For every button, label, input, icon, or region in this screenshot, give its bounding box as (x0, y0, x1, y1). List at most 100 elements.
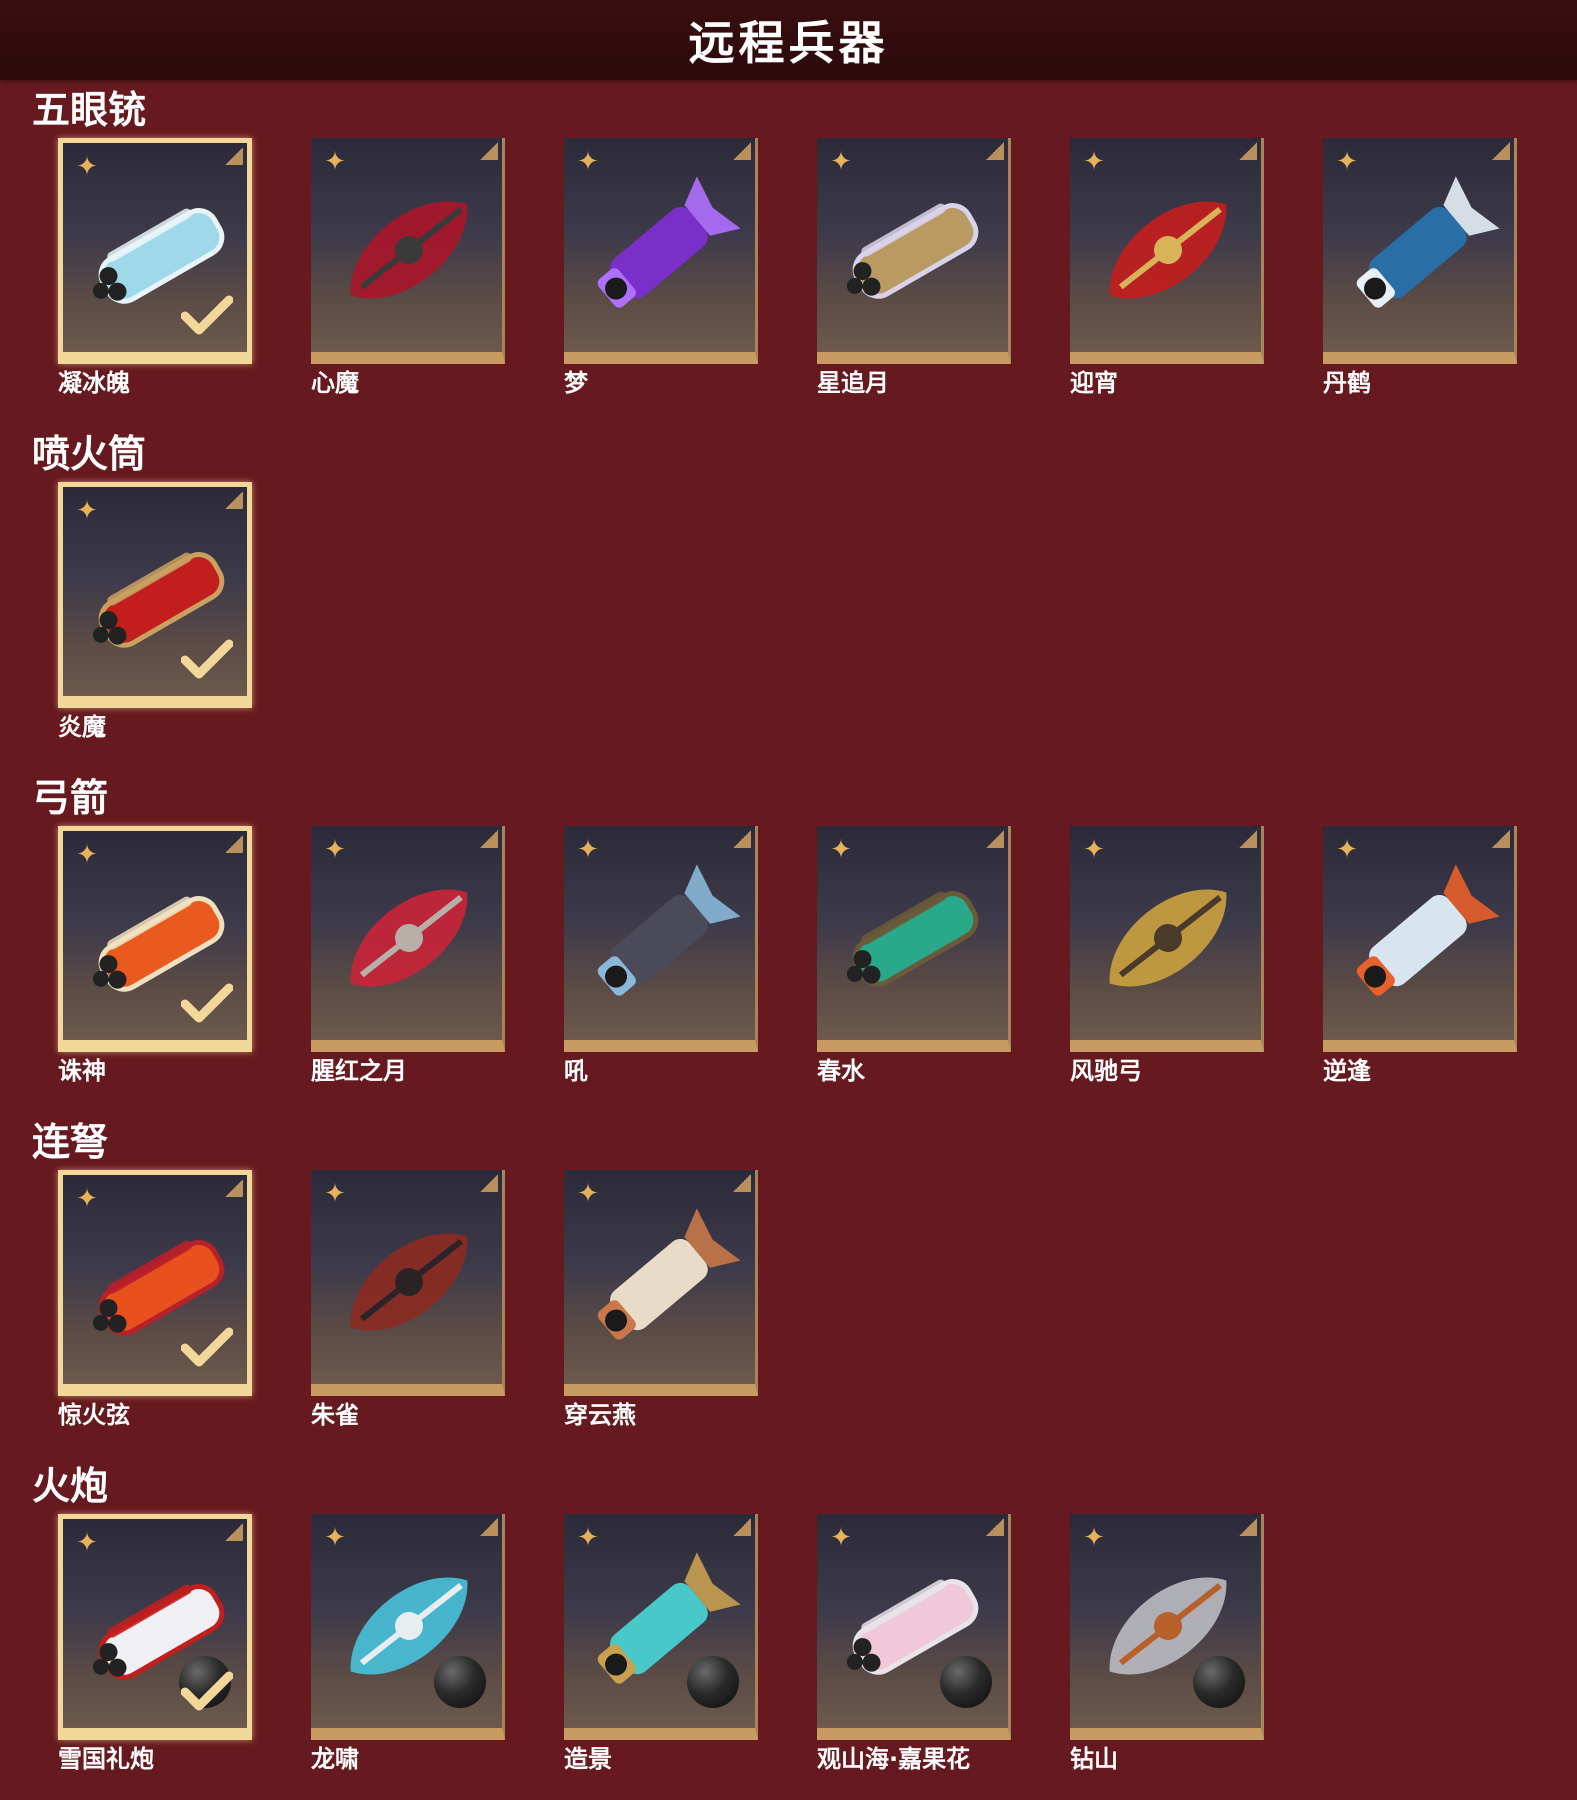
cannonball-icon (687, 1656, 739, 1708)
weapon-card[interactable]: ✦ 丹鹤 (1323, 138, 1517, 397)
card-frame: ✦ (311, 1514, 505, 1740)
weapon-name: 星追月 (817, 369, 889, 397)
corner-tab-icon (733, 1174, 751, 1192)
weapon-name: 丹鹤 (1323, 369, 1371, 397)
dream-gun-icon (597, 176, 741, 308)
frost-bow-icon (1356, 864, 1500, 996)
section-heading: 五眼铳 (32, 88, 147, 132)
title-bar: 远程兵器 (0, 0, 1577, 80)
card-frame: ✦ (311, 826, 505, 1052)
weapon-card[interactable]: ✦ 腥红之月 (311, 826, 505, 1085)
corner-tab-icon (225, 835, 243, 853)
weapon-card[interactable]: ✦ 炎魔 (58, 482, 252, 741)
weapon-card[interactable]: ✦ 穿云燕 (564, 1170, 758, 1429)
corner-tab-icon (1492, 830, 1510, 848)
corner-tab-icon (480, 1518, 498, 1536)
card-frame: ✦ (817, 1514, 1011, 1740)
cannonball-icon (1193, 1656, 1245, 1708)
weapon-name: 观山海·嘉果花 (817, 1745, 971, 1773)
corner-tab-icon (986, 142, 1004, 160)
weapon-card[interactable]: ✦ 心魔 (311, 138, 505, 397)
phoenix-crossbow-icon (350, 1233, 468, 1331)
roar-bow-icon (597, 864, 741, 996)
corner-tab-icon (480, 1174, 498, 1192)
card-frame: ✦ (817, 138, 1011, 364)
cannonball-icon (940, 1656, 992, 1708)
weapon-card[interactable]: ✦ 惊火弦 (58, 1170, 252, 1429)
corner-tab-icon (1239, 830, 1257, 848)
card-frame: ✦ (58, 1514, 252, 1740)
card-frame: ✦ (58, 138, 252, 364)
corner-tab-icon (986, 830, 1004, 848)
crane-gun-icon (1356, 176, 1500, 308)
weapon-name: 心魔 (311, 369, 359, 397)
card-frame: ✦ (1323, 138, 1517, 364)
weapon-name: 雪国礼炮 (58, 1745, 154, 1773)
card-frame: ✦ (58, 826, 252, 1052)
corner-tab-icon (225, 491, 243, 509)
weapon-card[interactable]: ✦ 雪国礼炮 (58, 1514, 252, 1773)
weapon-card[interactable]: ✦ 迎宵 (1070, 138, 1264, 397)
weapon-card[interactable]: ✦ 梦 (564, 138, 758, 397)
corner-tab-icon (1239, 1518, 1257, 1536)
weapon-card[interactable]: ✦ 吼 (564, 826, 758, 1085)
weapon-name: 钻山 (1070, 1745, 1118, 1773)
corner-tab-icon (733, 142, 751, 160)
cannonball-icon (434, 1656, 486, 1708)
weapon-card[interactable]: ✦ 星追月 (817, 138, 1011, 397)
weapon-name: 炎魔 (58, 713, 106, 741)
weapon-card[interactable]: ✦ 龙啸 (311, 1514, 505, 1773)
card-frame: ✦ (1070, 1514, 1264, 1740)
corner-tab-icon (225, 1523, 243, 1541)
card-frame: ✦ (58, 1170, 252, 1396)
weapon-name: 迎宵 (1070, 369, 1118, 397)
owned-checkmark-icon (181, 983, 233, 1023)
swallow-crossbow-icon (597, 1208, 741, 1340)
weapon-name: 诛神 (58, 1057, 106, 1085)
corner-tab-icon (733, 830, 751, 848)
weapon-name: 梦 (564, 369, 588, 397)
crimson-bow-icon (350, 889, 468, 987)
weapon-card[interactable]: ✦ 诛神 (58, 826, 252, 1085)
weapon-name: 造景 (564, 1745, 612, 1773)
weapon-name: 风驰弓 (1070, 1057, 1142, 1085)
weapon-card[interactable]: ✦ 造景 (564, 1514, 758, 1773)
card-frame: ✦ (311, 1170, 505, 1396)
weapon-card[interactable]: ✦ 逆逢 (1323, 826, 1517, 1085)
owned-checkmark-icon (181, 295, 233, 335)
weapon-card[interactable]: ✦ 观山海·嘉果花 (817, 1514, 1011, 1773)
weapon-card[interactable]: ✦ 春水 (817, 826, 1011, 1085)
owned-checkmark-icon (181, 1671, 233, 1711)
corner-tab-icon (225, 147, 243, 165)
weapon-name: 穿云燕 (564, 1401, 636, 1429)
demon-gun-icon (350, 201, 468, 299)
card-frame: ✦ (564, 138, 758, 364)
corner-tab-icon (480, 142, 498, 160)
card-frame: ✦ (564, 1514, 758, 1740)
card-frame: ✦ (564, 826, 758, 1052)
weapon-card[interactable]: ✦ 凝冰魄 (58, 138, 252, 397)
wind-bow-icon (1109, 889, 1227, 987)
card-frame: ✦ (1070, 138, 1264, 364)
weapon-card[interactable]: ✦ 风驰弓 (1070, 826, 1264, 1085)
weapon-card[interactable]: ✦ 钻山 (1070, 1514, 1264, 1773)
weapon-name: 朱雀 (311, 1401, 359, 1429)
card-frame: ✦ (817, 826, 1011, 1052)
weapon-name: 吼 (564, 1057, 588, 1085)
section-heading: 火炮 (32, 1464, 109, 1508)
lion-gun-icon (1109, 201, 1227, 299)
weapon-name: 惊火弦 (58, 1401, 130, 1429)
corner-tab-icon (1492, 142, 1510, 160)
weapon-name: 龙啸 (311, 1745, 359, 1773)
card-frame: ✦ (1323, 826, 1517, 1052)
weapon-name: 腥红之月 (311, 1057, 407, 1085)
weapon-name: 逆逢 (1323, 1057, 1371, 1085)
section-heading: 喷火筒 (32, 432, 147, 476)
section-heading: 弓箭 (32, 776, 109, 820)
weapon-card[interactable]: ✦ 朱雀 (311, 1170, 505, 1429)
corner-tab-icon (986, 1518, 1004, 1536)
corner-tab-icon (480, 830, 498, 848)
corner-tab-icon (733, 1518, 751, 1536)
card-frame: ✦ (311, 138, 505, 364)
corner-tab-icon (1239, 142, 1257, 160)
